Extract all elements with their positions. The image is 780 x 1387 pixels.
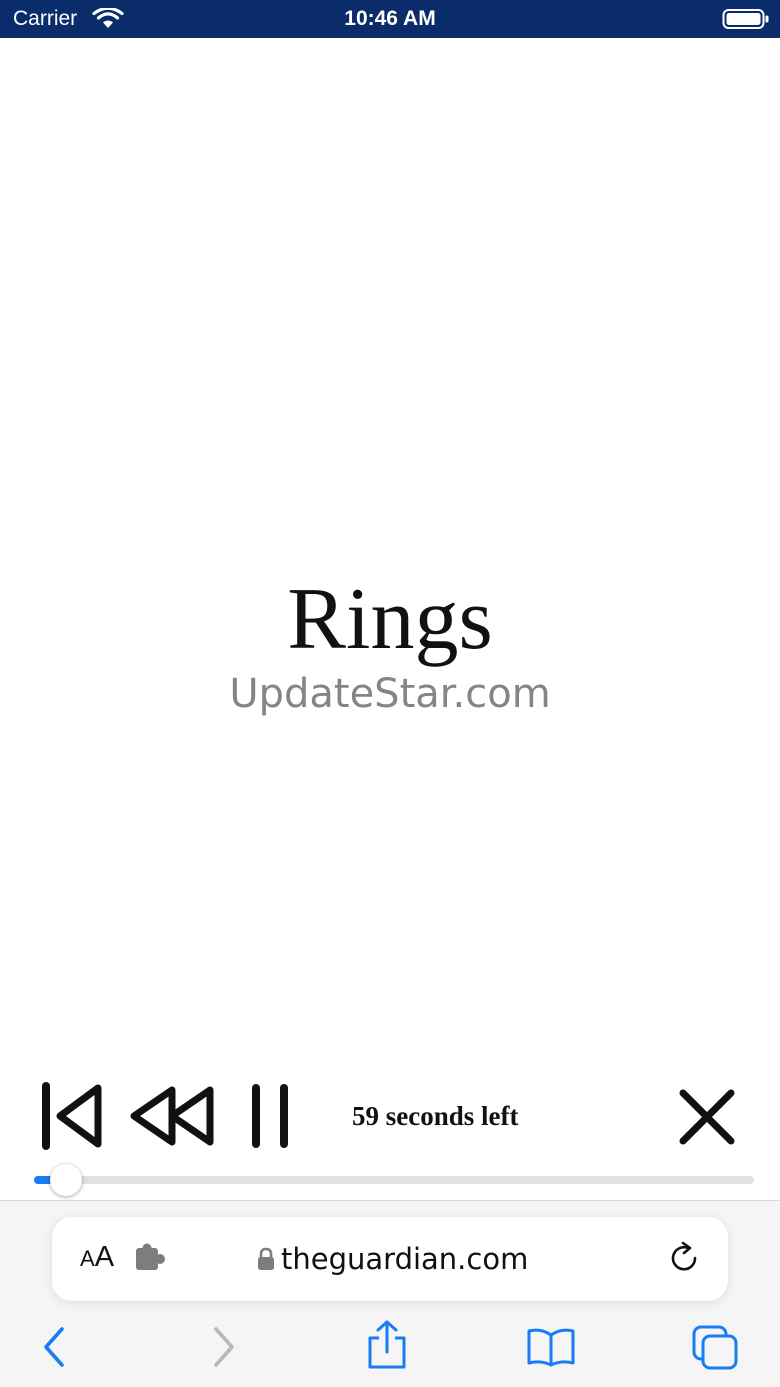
page-content: Rings UpdateStar.com bbox=[0, 38, 780, 1068]
bookmarks-icon[interactable] bbox=[526, 1327, 576, 1367]
carrier-label: Carrier bbox=[13, 7, 78, 30]
close-icon[interactable] bbox=[676, 1086, 738, 1148]
pause-icon[interactable] bbox=[244, 1082, 296, 1150]
page-subtitle: UpdateStar.com bbox=[229, 671, 551, 717]
rewind-icon[interactable] bbox=[126, 1082, 218, 1150]
progress-thumb[interactable] bbox=[50, 1164, 83, 1196]
wifi-icon bbox=[92, 8, 124, 28]
url-text: theguardian.com bbox=[281, 1242, 529, 1276]
progress-slider[interactable] bbox=[34, 1164, 754, 1196]
forward-icon[interactable] bbox=[206, 1325, 240, 1369]
url-display[interactable]: theguardian.com bbox=[257, 1239, 528, 1279]
text-size-big-a: A bbox=[94, 1241, 115, 1273]
time-remaining: 59 seconds left bbox=[352, 1101, 519, 1131]
address-bar[interactable]: AA theguardian.com bbox=[52, 1217, 728, 1301]
battery-icon bbox=[722, 9, 769, 29]
skip-back-icon[interactable] bbox=[38, 1082, 108, 1150]
text-size-button[interactable]: AA bbox=[80, 1241, 114, 1274]
reload-icon[interactable] bbox=[666, 1241, 702, 1277]
tabs-icon[interactable] bbox=[690, 1323, 740, 1371]
back-icon[interactable] bbox=[38, 1325, 72, 1369]
status-bar: Carrier 10:46 AM bbox=[0, 0, 780, 38]
share-icon[interactable] bbox=[364, 1319, 410, 1371]
text-size-small-a: A bbox=[80, 1246, 95, 1271]
lock-icon bbox=[258, 1247, 274, 1270]
browser-toolbar: AA theguardian.com bbox=[0, 1200, 780, 1387]
page-title: Rings bbox=[287, 571, 493, 668]
puzzle-icon[interactable] bbox=[134, 1243, 168, 1273]
audio-player: 59 seconds left bbox=[0, 1068, 780, 1200]
